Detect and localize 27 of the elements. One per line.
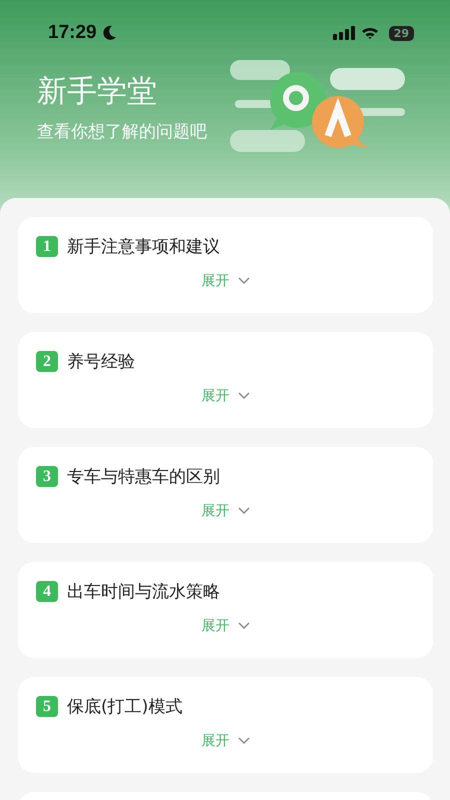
chevron-icon xyxy=(238,392,250,400)
question-number: 4 xyxy=(36,581,58,602)
question-number: 3 xyxy=(36,466,58,487)
question-card[interactable]: 4 出车时间与流水策略 展开 xyxy=(18,562,433,658)
question-title: 新手注意事项和建议 xyxy=(67,236,220,258)
battery-indicator: 29 xyxy=(388,26,414,40)
page-subtitle: 查看你想了解的问题吧 xyxy=(37,121,208,143)
question-title: 出车时间与流水策略 xyxy=(67,581,220,603)
status-time: 17:29 xyxy=(48,22,97,44)
chevron-icon xyxy=(238,507,250,515)
chevron-icon xyxy=(238,737,250,745)
question-card[interactable]: 2 养号经验 展开 xyxy=(18,332,433,428)
moon-icon xyxy=(102,25,117,41)
question-number: 1 xyxy=(36,236,58,257)
question-title: 专车与特惠车的区别 xyxy=(67,466,220,488)
chevron-icon xyxy=(238,277,250,285)
signal-icon xyxy=(332,26,355,40)
question-card[interactable]: 5 保底(打工)模式 展开 xyxy=(18,677,433,773)
question-number: 2 xyxy=(36,351,58,372)
question-card[interactable]: 1 新手注意事项和建议 展开 xyxy=(18,217,433,313)
page-title: 新手学堂 xyxy=(37,73,158,111)
wifi-icon xyxy=(360,26,379,40)
chevron-icon xyxy=(238,622,250,630)
question-title: 保底(打工)模式 xyxy=(67,696,182,718)
question-card[interactable]: 3 专车与特惠车的区别 展开 xyxy=(18,447,433,543)
question-title: 养号经验 xyxy=(67,351,135,373)
question-number: 5 xyxy=(36,696,58,717)
